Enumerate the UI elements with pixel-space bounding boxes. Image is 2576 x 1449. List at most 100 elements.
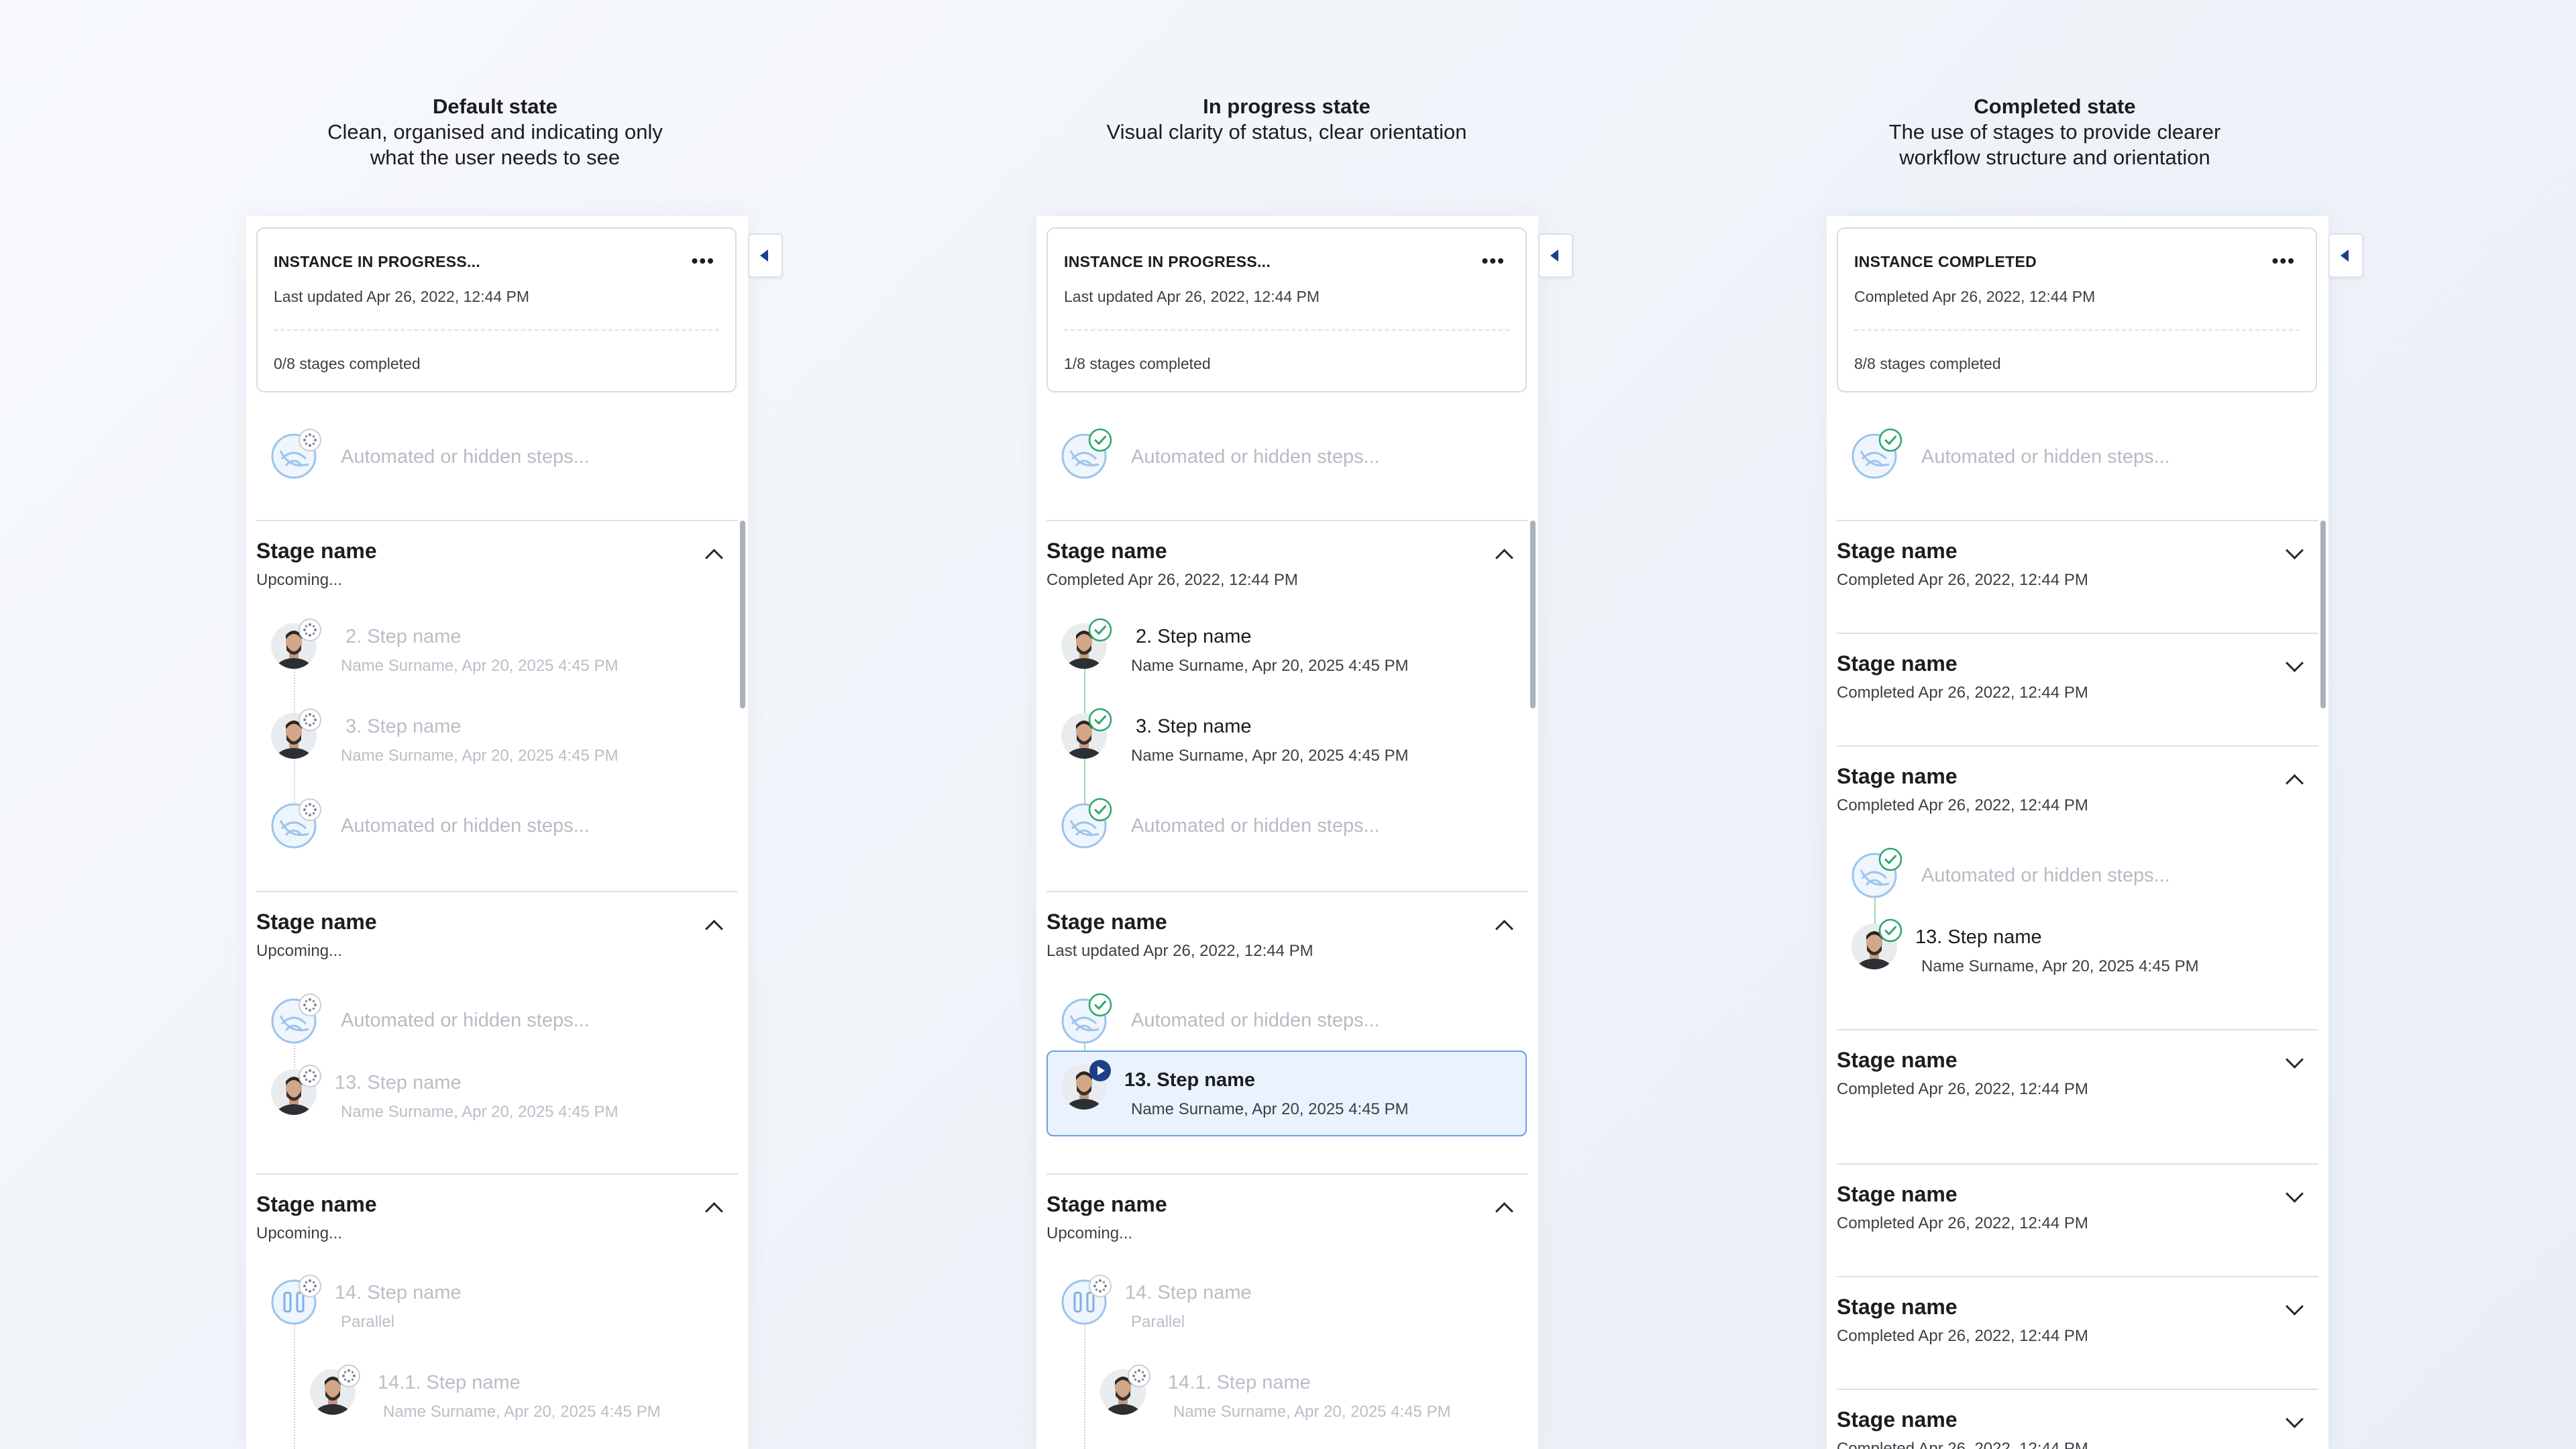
caption-progress: In progress state Visual clarity of stat… bbox=[1052, 94, 1521, 145]
step-title[interactable]: 14.1. Step name bbox=[1168, 1372, 1311, 1394]
pending-status-icon bbox=[299, 994, 321, 1016]
automation-avatar bbox=[1060, 993, 1112, 1045]
scrollbar[interactable] bbox=[740, 521, 745, 708]
pending-status-icon bbox=[299, 619, 321, 641]
chevron-up-icon[interactable] bbox=[1495, 1202, 1513, 1220]
parallel-avatar bbox=[1060, 1275, 1112, 1326]
stage-status: Completed Apr 26, 2022, 12:44 PM bbox=[1837, 684, 2088, 702]
instance-updated: Completed Apr 26, 2022, 12:44 PM bbox=[1854, 288, 2096, 305]
stage-name: Stage name bbox=[1046, 910, 1167, 934]
user-avatar bbox=[1850, 918, 1902, 971]
chevron-down-icon[interactable] bbox=[2286, 1410, 2304, 1428]
step-title[interactable]: 13. Step name bbox=[1915, 926, 2042, 949]
chevron-down-icon[interactable] bbox=[2286, 541, 2304, 559]
step-meta: Name Surname, Apr 20, 2025 4:45 PM bbox=[341, 1103, 619, 1121]
step-title[interactable]: 13. Step name bbox=[1124, 1069, 1255, 1091]
step-title[interactable]: 3. Step name bbox=[345, 716, 462, 738]
divider bbox=[274, 329, 719, 331]
instance-card: INSTANCE IN PROGRESS... ••• Last updated… bbox=[1046, 227, 1527, 392]
chevron-up-icon[interactable] bbox=[1495, 920, 1513, 938]
instance-card: INSTANCE IN PROGRESS... ••• Last updated… bbox=[256, 227, 737, 392]
step-title[interactable]: 13. Step name bbox=[335, 1072, 462, 1094]
automated-steps-label[interactable]: Automated or hidden steps... bbox=[341, 1010, 590, 1032]
stage-section: Stage name Completed Apr 26, 2022, 12:44… bbox=[1046, 520, 1528, 892]
stage-section: Stage name Completed Apr 26, 2022, 12:44… bbox=[1837, 745, 2318, 1030]
user-avatar bbox=[1060, 1060, 1111, 1111]
chevron-up-icon[interactable] bbox=[705, 1202, 723, 1220]
check-circle-icon bbox=[1088, 428, 1112, 452]
automated-steps-label[interactable]: Automated or hidden steps... bbox=[1131, 1010, 1380, 1032]
panel-toggle-button[interactable] bbox=[748, 233, 783, 278]
automation-avatar bbox=[1850, 847, 1902, 900]
scrollbar[interactable] bbox=[1530, 521, 1536, 708]
step-title[interactable]: 14. Step name bbox=[1125, 1282, 1252, 1304]
step-title[interactable]: 14. Step name bbox=[335, 1282, 462, 1304]
instance-status: INSTANCE IN PROGRESS... bbox=[1064, 253, 1271, 270]
chevron-up-icon[interactable] bbox=[705, 549, 723, 567]
caption-default: Default state Clean, organised and indic… bbox=[260, 94, 730, 170]
step-title[interactable]: 2. Step name bbox=[345, 626, 462, 648]
stage-status: Upcoming... bbox=[256, 571, 343, 589]
scrollbar[interactable] bbox=[2320, 521, 2326, 708]
stage-name: Stage name bbox=[256, 539, 377, 563]
more-horizontal-icon[interactable]: ••• bbox=[692, 250, 715, 272]
instance-card: INSTANCE COMPLETED ••• Completed Apr 26,… bbox=[1837, 227, 2317, 392]
stage-status: Upcoming... bbox=[256, 1224, 343, 1242]
stage-status: Last updated Apr 26, 2022, 12:44 PM bbox=[1046, 942, 1313, 960]
automated-steps-label[interactable]: Automated or hidden steps... bbox=[1131, 815, 1380, 837]
pending-status-icon bbox=[299, 1065, 321, 1087]
stages-count: 0/8 stages completed bbox=[274, 355, 421, 372]
caption-line: The use of stages to provide clearer bbox=[1888, 120, 2221, 144]
stage-status: Completed Apr 26, 2022, 12:44 PM bbox=[1837, 1327, 2088, 1345]
parallel-avatar bbox=[270, 1275, 321, 1326]
stage-status: Completed Apr 26, 2022, 12:44 PM bbox=[1046, 571, 1298, 589]
step-meta: Name Surname, Apr 20, 2025 4:45 PM bbox=[341, 657, 619, 675]
instance-status: INSTANCE COMPLETED bbox=[1854, 253, 2037, 270]
step-title[interactable]: 2. Step name bbox=[1136, 626, 1252, 648]
more-horizontal-icon[interactable]: ••• bbox=[1482, 250, 1505, 272]
active-step-highlight[interactable] bbox=[1046, 1051, 1527, 1136]
pending-status-icon bbox=[299, 798, 321, 821]
stage-name: Stage name bbox=[256, 1192, 377, 1216]
chevron-up-icon[interactable] bbox=[705, 920, 723, 938]
automation-avatar bbox=[270, 429, 321, 480]
divider bbox=[1064, 329, 1509, 331]
step-meta: Name Surname, Apr 20, 2025 4:45 PM bbox=[1131, 657, 1409, 675]
chevron-down-icon[interactable] bbox=[2286, 1297, 2304, 1316]
check-circle-icon bbox=[1878, 428, 1902, 452]
user-avatar bbox=[270, 1065, 321, 1116]
automated-steps-label[interactable]: Automated or hidden steps... bbox=[341, 815, 590, 837]
check-circle-icon bbox=[1088, 708, 1112, 732]
step-title[interactable]: 14.1. Step name bbox=[378, 1372, 521, 1394]
automated-steps-label[interactable]: Automated or hidden steps... bbox=[1921, 446, 2170, 468]
pending-status-icon bbox=[1128, 1364, 1150, 1387]
chevron-down-icon[interactable] bbox=[2286, 654, 2304, 672]
chevron-up-icon[interactable] bbox=[1495, 549, 1513, 567]
chevron-up-icon[interactable] bbox=[2286, 774, 2304, 792]
step-meta: Parallel bbox=[1131, 1313, 1185, 1331]
stages-count: 1/8 stages completed bbox=[1064, 355, 1211, 372]
user-avatar bbox=[270, 708, 321, 760]
pending-status-icon bbox=[337, 1364, 360, 1387]
panel-toggle-button[interactable] bbox=[2328, 233, 2363, 278]
stage-section: Stage name Completed Apr 26, 2022, 12:44… bbox=[1837, 1389, 2318, 1449]
automated-steps-label[interactable]: Automated or hidden steps... bbox=[1921, 865, 2170, 887]
caption-line: Visual clarity of status, clear orientat… bbox=[1106, 120, 1467, 144]
stage-status: Completed Apr 26, 2022, 12:44 PM bbox=[1837, 1214, 2088, 1232]
step-title[interactable]: 3. Step name bbox=[1136, 716, 1252, 738]
user-avatar bbox=[1099, 1364, 1150, 1416]
stage-status: Completed Apr 26, 2022, 12:44 PM bbox=[1837, 1080, 2088, 1098]
caption-line: workflow structure and orientation bbox=[1899, 146, 2210, 169]
stage-section: Stage name Upcoming... 2. Step name Name… bbox=[256, 520, 738, 892]
pending-status-icon bbox=[299, 708, 321, 731]
automated-steps-label[interactable]: Automated or hidden steps... bbox=[1131, 446, 1380, 468]
automated-steps-label[interactable]: Automated or hidden steps... bbox=[341, 446, 590, 468]
stage-name: Stage name bbox=[1837, 1048, 1957, 1072]
panel-toggle-button[interactable] bbox=[1538, 233, 1573, 278]
stage-status: Completed Apr 26, 2022, 12:44 PM bbox=[1837, 796, 2088, 814]
stage-section: Stage name Completed Apr 26, 2022, 12:44… bbox=[1837, 633, 2318, 747]
chevron-down-icon[interactable] bbox=[2286, 1051, 2304, 1069]
check-circle-icon bbox=[1088, 993, 1112, 1017]
chevron-down-icon[interactable] bbox=[2286, 1185, 2304, 1203]
more-horizontal-icon[interactable]: ••• bbox=[2272, 250, 2296, 272]
